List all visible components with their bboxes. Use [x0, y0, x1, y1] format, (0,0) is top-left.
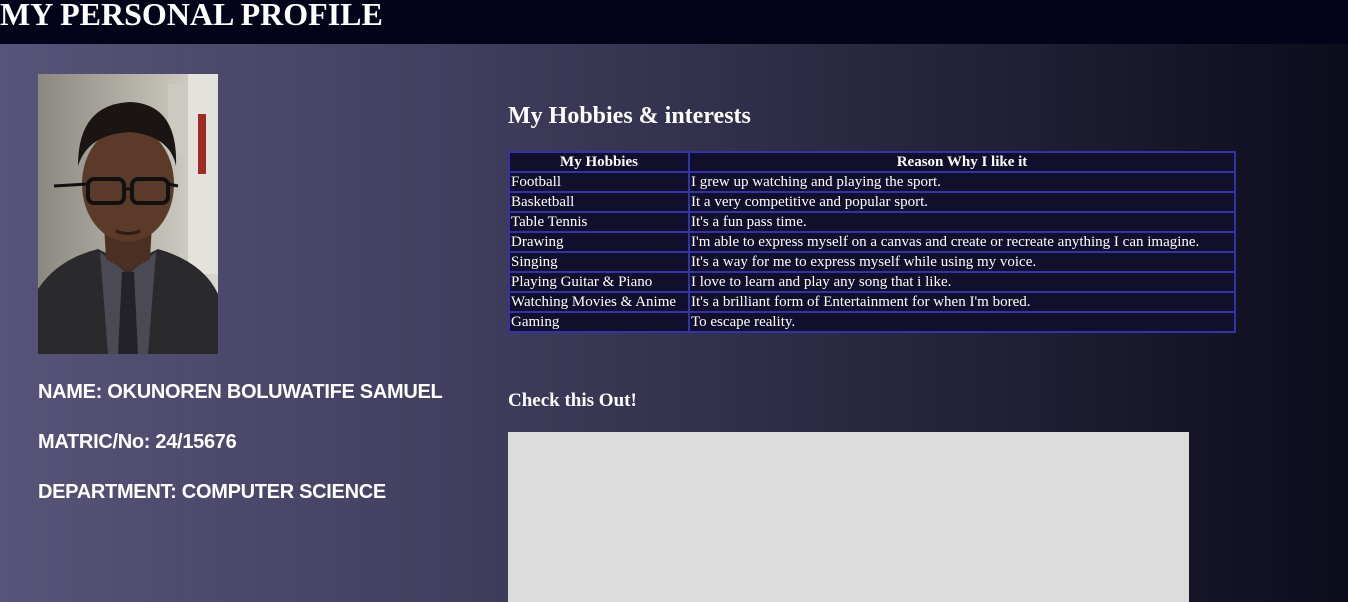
profile-photo-image [38, 74, 218, 354]
hobby-cell: Gaming [508, 311, 690, 333]
hobby-cell: Basketball [508, 191, 690, 213]
reason-cell: It's a brilliant form of Entertainment f… [688, 291, 1236, 313]
profile-matric-number: MATRIC/No: 24/15676 [38, 431, 237, 453]
profile-name: NAME: OKUNOREN BOLUWATIFE SAMUEL [38, 381, 443, 403]
page-title: MY PERSONAL PROFILE [0, 0, 383, 32]
table-header-row: My Hobbies Reason Why I like it [508, 151, 1236, 173]
hobby-cell: Drawing [508, 231, 690, 253]
table-row: Football I grew up watching and playing … [508, 171, 1236, 193]
hobbies-heading: My Hobbies & interests [508, 103, 751, 129]
hobby-cell: Table Tennis [508, 211, 690, 233]
table-row: Table Tennis It's a fun pass time. [508, 211, 1236, 233]
hobby-cell: Playing Guitar & Piano [508, 271, 690, 293]
hobby-cell: Singing [508, 251, 690, 273]
profile-photo [38, 74, 218, 354]
check-this-out-heading: Check this Out! [508, 390, 637, 411]
reason-cell: I grew up watching and playing the sport… [688, 171, 1236, 193]
table-row: Playing Guitar & Piano I love to learn a… [508, 271, 1236, 293]
column-header-reason: Reason Why I like it [688, 151, 1236, 173]
hobbies-table: My Hobbies Reason Why I like it Football… [508, 151, 1236, 333]
page-header: MY PERSONAL PROFILE [0, 0, 1348, 44]
reason-cell: It a very competitive and popular sport. [688, 191, 1236, 213]
table-row: Basketball It a very competitive and pop… [508, 191, 1236, 213]
hobby-cell: Watching Movies & Anime [508, 291, 690, 313]
profile-department: DEPARTMENT: COMPUTER SCIENCE [38, 481, 386, 503]
hobby-cell: Football [508, 171, 690, 193]
table-row: Watching Movies & Anime It's a brilliant… [508, 291, 1236, 313]
reason-cell: To escape reality. [688, 311, 1236, 333]
reason-cell: I love to learn and play any song that i… [688, 271, 1236, 293]
column-header-hobbies: My Hobbies [508, 151, 690, 173]
table-row: Drawing I'm able to express myself on a … [508, 231, 1236, 253]
table-row: Gaming To escape reality. [508, 311, 1236, 333]
reason-cell: I'm able to express myself on a canvas a… [688, 231, 1236, 253]
reason-cell: It's a way for me to express myself whil… [688, 251, 1236, 273]
table-row: Singing It's a way for me to express mys… [508, 251, 1236, 273]
embedded-video-frame[interactable] [508, 432, 1189, 602]
reason-cell: It's a fun pass time. [688, 211, 1236, 233]
